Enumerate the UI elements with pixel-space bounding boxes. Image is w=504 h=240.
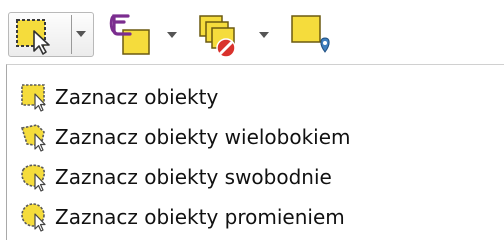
chevron-down-icon[interactable] — [166, 30, 178, 40]
select-by-expression-icon[interactable] — [108, 12, 154, 56]
menu-item-label: Zaznacz obiekty promieniem — [55, 205, 345, 229]
menu-item-select-polygon[interactable]: Zaznacz obiekty wielobokiem — [7, 117, 504, 157]
menu-item-label: Zaznacz obiekty — [55, 85, 219, 109]
menu-item-select-features[interactable]: Zaznacz obiekty — [7, 77, 504, 117]
select-rectangle-icon — [19, 82, 49, 112]
menu-item-label: Zaznacz obiekty wielobokiem — [55, 125, 351, 149]
menu-item-select-radius[interactable]: Zaznacz obiekty promieniem — [7, 197, 504, 237]
select-features-split-button[interactable] — [8, 12, 94, 57]
select-freehand-icon — [19, 162, 49, 192]
select-by-location-icon[interactable] — [288, 12, 334, 56]
menu-item-label: Zaznacz obiekty swobodnie — [55, 165, 332, 189]
select-polygon-icon — [19, 122, 49, 152]
chevron-down-icon[interactable] — [75, 29, 87, 39]
menu-item-select-freehand[interactable]: Zaznacz obiekty swobodnie — [7, 157, 504, 197]
select-features-icon[interactable] — [14, 17, 54, 55]
select-features-menu: Zaznacz obiekty Zaznacz obiekty wielobok… — [6, 64, 504, 240]
split-separator — [71, 15, 72, 54]
chevron-down-icon[interactable] — [258, 30, 270, 40]
select-radius-icon — [19, 202, 49, 232]
selection-toolbar — [0, 0, 504, 64]
deselect-features-icon[interactable] — [196, 12, 246, 60]
